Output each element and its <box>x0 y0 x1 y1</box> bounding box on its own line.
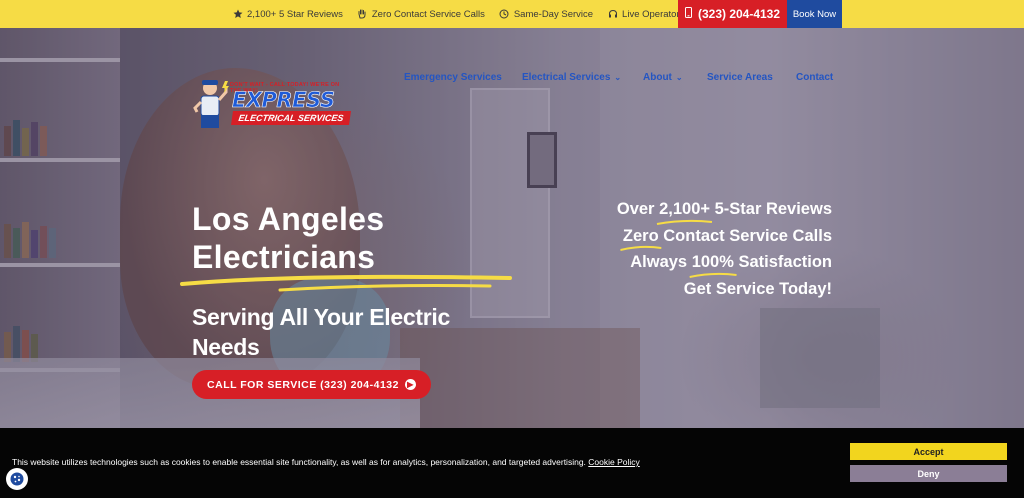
logo-brand-express: EXPRESS <box>232 88 336 113</box>
hero-title-underline-decoration <box>180 274 512 292</box>
claim-zero-contact: Zero Contact Service Calls <box>617 223 832 252</box>
mascot-icon <box>193 80 229 128</box>
chevron-down-icon: ⌄ <box>675 72 683 82</box>
hero-title-line1: Los Angeles <box>192 201 385 237</box>
top-bar: 2,100+ 5 Star Reviews Zero Contact Servi… <box>0 0 1024 28</box>
phone-icon <box>684 7 692 21</box>
logo-brand-electrical: ELECTRICAL SERVICES <box>231 111 351 125</box>
topbar-phone-button[interactable]: (323) 204-4132 <box>678 0 787 28</box>
topbar-item-zero-contact: Zero Contact Service Calls <box>357 9 485 20</box>
nav-service-areas[interactable]: Service Areas <box>707 70 773 84</box>
nav-electrical-label: Electrical Services <box>522 71 611 83</box>
hero-title: Los Angeles Electricians <box>192 200 384 276</box>
claim-zero-highlight: Zero <box>620 223 662 252</box>
cookie-settings-icon[interactable] <box>6 468 28 490</box>
clock-icon <box>499 9 510 20</box>
topbar-same-day-label: Same-Day Service <box>513 8 594 20</box>
cookie-text: This website utilizes technologies such … <box>12 457 640 467</box>
cookie-message: This website utilizes technologies such … <box>12 457 586 467</box>
topbar-reviews-label: 2,100+ 5 Star Reviews <box>247 8 343 20</box>
cookie-deny-button[interactable]: Deny <box>850 465 1007 482</box>
claim-get-service: Get Service Today! <box>683 280 832 299</box>
topbar-features: 2,100+ 5 Star Reviews Zero Contact Servi… <box>232 0 719 28</box>
hero-overlay <box>0 28 1024 428</box>
claim-reviews-highlight: 2,100+ <box>656 196 713 225</box>
nav-contact-label: Contact <box>796 71 834 83</box>
book-now-button[interactable]: Book Now <box>787 0 842 28</box>
cookie-policy-link[interactable]: Cookie Policy <box>588 457 640 467</box>
claim-satisfaction: Always 100% Satisfaction <box>617 249 832 279</box>
cookie-accept-button[interactable]: Accept <box>850 443 1007 460</box>
hand-icon <box>357 9 368 20</box>
nav-about[interactable]: About ⌄ <box>643 70 683 84</box>
nav-emergency-label: Emergency Services <box>404 71 502 83</box>
topbar-item-reviews: 2,100+ 5 Star Reviews <box>232 9 343 20</box>
nav-electrical-services[interactable]: Electrical Services ⌄ <box>522 70 621 84</box>
topbar-phone-label: (323) 204-4132 <box>697 7 781 21</box>
topbar-item-same-day: Same-Day Service <box>499 9 593 20</box>
topbar-zero-contact-label: Zero Contact Service Calls <box>371 8 485 20</box>
hero-section: DON'T WAIT - CALL TODAY! WE'RE ON THE WA… <box>0 28 1024 428</box>
claim-reviews: Over 2,100+ 5-Star Reviews <box>617 196 832 225</box>
nav-contact[interactable]: Contact <box>796 70 833 84</box>
site-logo[interactable]: DON'T WAIT - CALL TODAY! WE'RE ON THE WA… <box>192 78 352 130</box>
claim-satisfaction-highlight: 100% <box>689 249 737 279</box>
chevron-down-icon: ⌄ <box>614 72 622 82</box>
cookie-banner: This website utilizes technologies such … <box>0 428 1024 498</box>
hero-claims: Over 2,100+ 5-Star Reviews Zero Contact … <box>617 196 832 303</box>
nav-emergency-services[interactable]: Emergency Services <box>404 70 502 84</box>
nav-about-label: About <box>643 71 672 83</box>
cta-label: CALL FOR SERVICE (323) 204-4132 <box>207 378 399 391</box>
arrow-right-icon: ▶ <box>404 379 416 390</box>
hero-subtitle: Serving All Your Electric Needs <box>192 304 450 360</box>
star-icon <box>232 9 243 20</box>
call-for-service-button[interactable]: CALL FOR SERVICE (323) 204-4132 ▶ <box>192 370 431 399</box>
nav-areas-label: Service Areas <box>707 71 773 83</box>
headset-icon <box>607 9 618 20</box>
